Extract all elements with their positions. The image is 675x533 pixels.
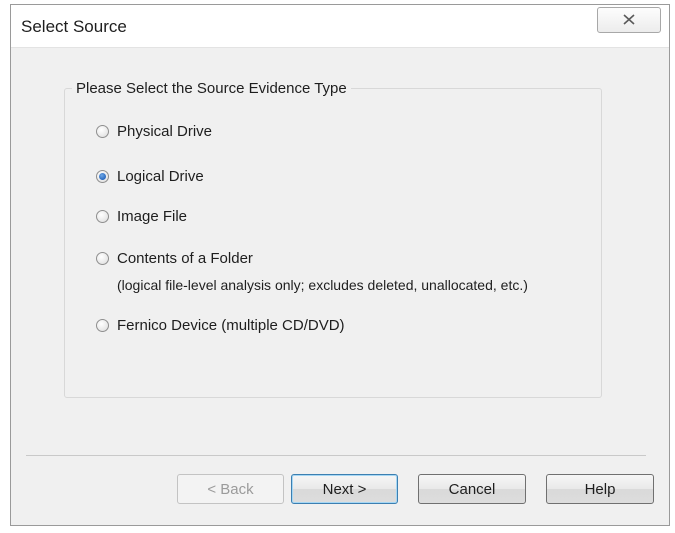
- radio-contents-of-folder[interactable]: [96, 252, 109, 265]
- button-separator: [26, 455, 646, 456]
- option-label: Image File: [117, 208, 188, 225]
- option-physical-drive[interactable]: Physical Drive: [96, 123, 212, 140]
- radio-image-file[interactable]: [96, 210, 109, 223]
- option-fernico-device[interactable]: Fernico Device (multiple CD/DVD): [96, 317, 345, 334]
- window-title: Select Source: [21, 17, 127, 36]
- radio-logical-drive[interactable]: [96, 170, 109, 183]
- close-button[interactable]: [597, 7, 661, 33]
- help-button[interactable]: Help: [546, 474, 654, 504]
- next-button[interactable]: Next >: [291, 474, 398, 504]
- radio-fernico-device[interactable]: [96, 319, 109, 332]
- option-contents-of-folder[interactable]: Contents of a Folder (logical file-level…: [96, 250, 528, 293]
- option-logical-drive[interactable]: Logical Drive: [96, 168, 204, 185]
- option-label: Fernico Device (multiple CD/DVD): [117, 317, 345, 334]
- title-bar: Select Source: [11, 5, 669, 48]
- close-icon: [623, 14, 635, 25]
- option-label: Logical Drive: [117, 168, 204, 185]
- option-label: Physical Drive: [117, 123, 213, 140]
- back-button[interactable]: < Back: [177, 474, 284, 504]
- radio-physical-drive[interactable]: [96, 125, 109, 138]
- option-note: (logical file-level analysis only; exclu…: [117, 277, 528, 293]
- groupbox-label: Please Select the Source Evidence Type: [72, 80, 351, 97]
- option-image-file[interactable]: Image File: [96, 208, 187, 225]
- cancel-button[interactable]: Cancel: [418, 474, 526, 504]
- option-label: Contents of a Folder: [117, 250, 253, 267]
